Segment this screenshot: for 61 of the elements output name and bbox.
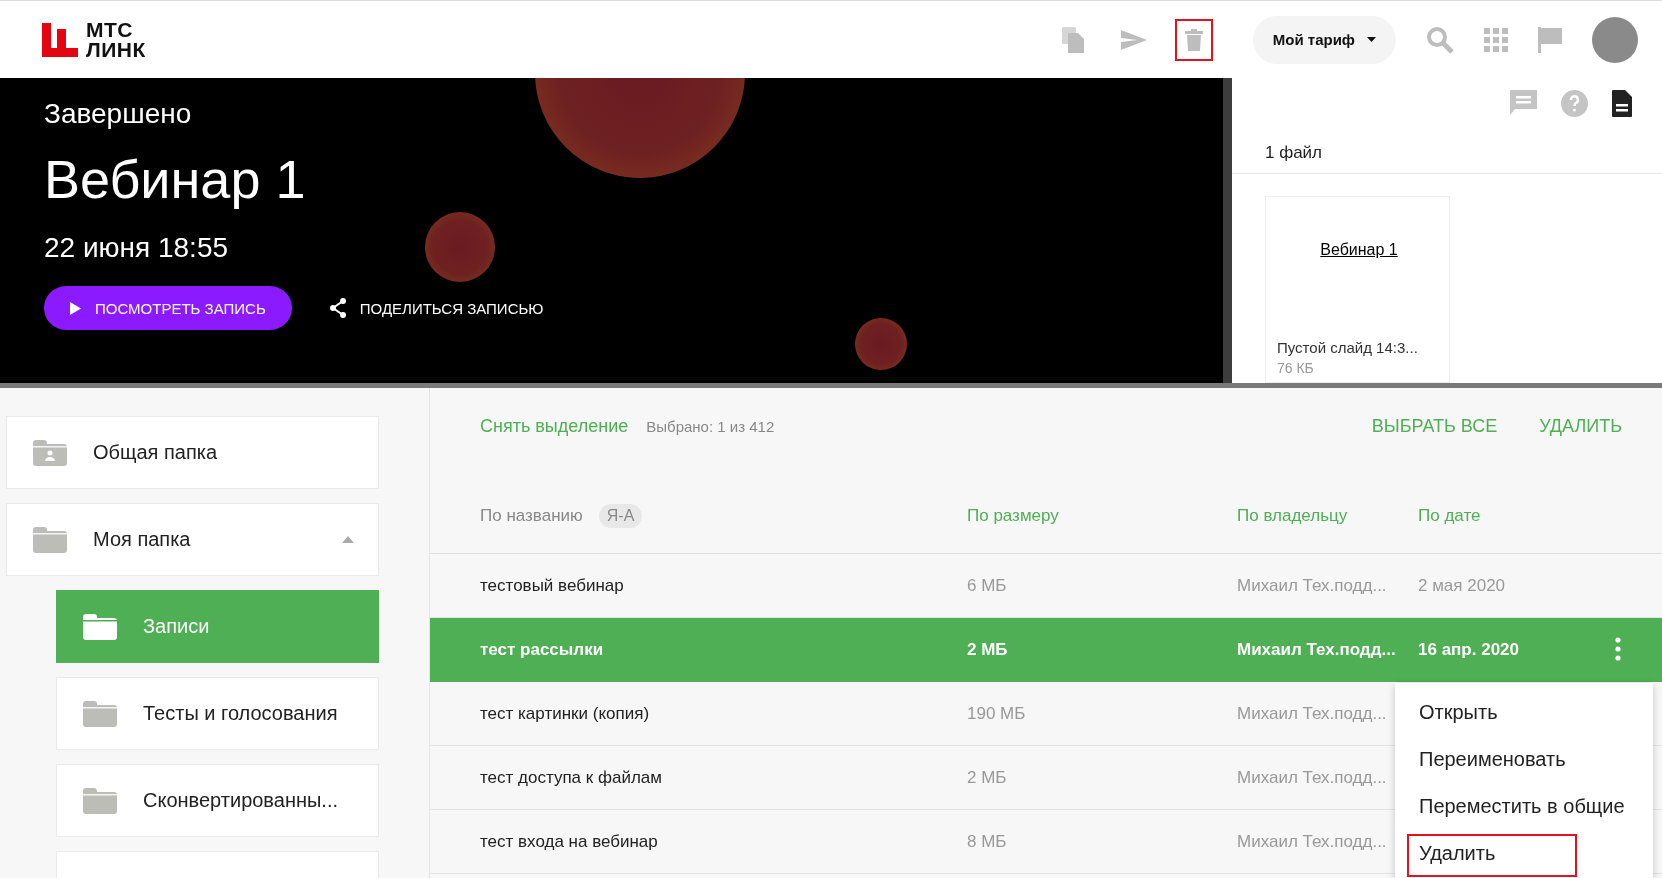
- owner-cell-text: Михаил Тех.подд...: [1237, 703, 1388, 724]
- folder-item[interactable]: Общая папка: [6, 416, 379, 489]
- logo-text: ЛИНК: [86, 39, 146, 60]
- caret-icon: [342, 536, 354, 543]
- size-cell-text: 190 МБ: [967, 703, 1027, 724]
- copy-icon: [1061, 26, 1086, 53]
- send-icon: [1120, 29, 1147, 50]
- avatar[interactable]: [1592, 16, 1638, 63]
- trash-icon: [1184, 28, 1203, 51]
- menu-item[interactable]: Открыть: [1407, 693, 1510, 736]
- flag-icon[interactable]: [1538, 26, 1562, 53]
- logo-icon: [42, 22, 78, 57]
- folder-icon: [83, 700, 117, 727]
- folder-icon: [83, 787, 117, 814]
- file-card[interactable]: Вебинар 1 Пустой слайд 14:3... 76 КБ: [1265, 196, 1450, 383]
- folder-icon: [33, 526, 67, 553]
- slide-preview-title: Вебинар 1: [1320, 241, 1398, 259]
- menu-item[interactable]: Удалить: [1407, 834, 1578, 877]
- sort-order-badge: Я-А: [598, 503, 643, 528]
- webinar-date: 22 июня 18:55: [44, 232, 230, 264]
- search-icon[interactable]: [1426, 25, 1454, 54]
- file-name-cell-text: тестовый вебинар: [480, 575, 625, 596]
- more-options-icon[interactable]: [1612, 636, 1624, 663]
- file-name-cell-text: тест картинки (копия): [480, 703, 651, 724]
- toolbar-button[interactable]: [1174, 18, 1213, 61]
- grid-icon[interactable]: [1484, 27, 1508, 52]
- folder-item[interactable]: Сконвертированны...: [56, 764, 379, 837]
- logo-text: МТС: [86, 19, 134, 40]
- folder-icon: [83, 613, 117, 640]
- help-icon[interactable]: [1561, 90, 1588, 117]
- webinar-title: Вебинар 1: [44, 148, 307, 210]
- share-icon: [327, 298, 348, 318]
- file-count: 1 файл: [1232, 117, 1662, 174]
- chat-icon[interactable]: [1510, 90, 1537, 115]
- file-name: Пустой слайд 14:3...: [1277, 339, 1419, 356]
- plan-button[interactable]: Мой тариф: [1252, 15, 1396, 64]
- date-cell-text: 16 апр. 2020: [1418, 639, 1520, 660]
- status-text: Завершено: [44, 98, 193, 130]
- size-cell-text: 2 МБ: [967, 767, 1008, 788]
- size-cell-text: 8 МБ: [967, 831, 1008, 852]
- watch-button[interactable]: ПОСМОТРЕТЬ ЗАПИСЬ: [44, 286, 292, 330]
- play-icon: [70, 301, 81, 315]
- owner-cell-text: Михаил Тех.подд...: [1237, 639, 1397, 660]
- size-cell-text: 6 МБ: [967, 575, 1008, 596]
- folder-icon: [33, 439, 67, 466]
- orb-shape: [855, 318, 907, 370]
- owner-cell-text: Михаил Тех.подд...: [1237, 575, 1388, 596]
- size-cell-text: 2 МБ: [967, 639, 1009, 660]
- date-cell-text: 2 мая 2020: [1418, 575, 1507, 596]
- file-name-cell-text: тест доступа к файлам: [480, 767, 663, 788]
- caret-icon: [1367, 37, 1376, 42]
- share-button[interactable]: ПОДЕЛИТЬСЯ ЗАПИСЬЮ: [327, 298, 544, 318]
- folder-item[interactable]: Тесты и голосования: [56, 677, 379, 750]
- owner-cell-text: Михаил Тех.подд...: [1237, 767, 1388, 788]
- owner-cell-text: Михаил Тех.подд...: [1237, 831, 1388, 852]
- file-name-cell-text: тест входа на вебинар: [480, 831, 659, 852]
- file-name-cell-text: тест рассылки: [480, 639, 605, 660]
- document-icon[interactable]: [1612, 90, 1632, 117]
- file-size: 76 КБ: [1277, 360, 1315, 376]
- folder-item[interactable]: Моя папка: [6, 503, 379, 576]
- selection-count: Выбрано: 1 из 412: [646, 418, 775, 435]
